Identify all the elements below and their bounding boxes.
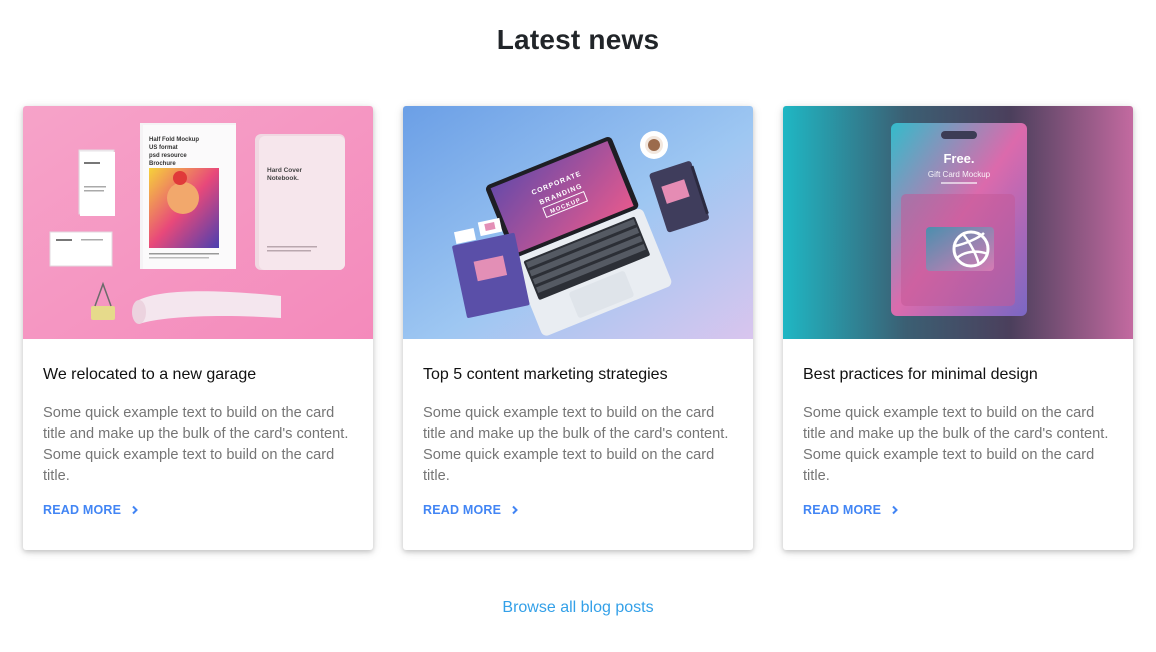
news-card: Free. Gift Card Mockup Best practices fo… — [783, 106, 1133, 550]
news-card: CORPORATE BRANDING MOCKUP Top 5 content … — [403, 106, 753, 550]
read-more-label: READ MORE — [43, 503, 122, 517]
news-cards: Half Fold Mockup US format psd resource … — [23, 106, 1133, 550]
card-title: We relocated to a new garage — [43, 366, 257, 383]
card-text: Some quick example text to build on the … — [803, 405, 1109, 484]
read-more-link[interactable]: READ MORE — [43, 503, 140, 517]
giftcard-title: Free. — [943, 151, 974, 166]
read-more-link[interactable]: READ MORE — [803, 503, 900, 517]
card-title: Top 5 content marketing strategies — [423, 366, 668, 383]
card-title: Best practices for minimal design — [803, 366, 1038, 383]
browse-all-posts-link[interactable]: Browse all blog posts — [0, 599, 1156, 617]
section-title: Latest news — [496, 24, 660, 55]
read-more-label: READ MORE — [423, 503, 502, 517]
card-text: Some quick example text to build on the … — [43, 405, 349, 484]
card-image-giftcard[interactable]: Free. Gift Card Mockup — [783, 106, 1133, 339]
brochure-line-4: Brochure — [149, 161, 176, 167]
brochure-line-1: Half Fold Mockup — [149, 137, 199, 143]
chevron-right-icon — [512, 505, 519, 515]
read-more-label: READ MORE — [803, 503, 882, 517]
notebook-line-2: Notebook. — [267, 175, 299, 182]
notebook-line-1: Hard Cover — [267, 167, 303, 174]
giftcard-subtitle: Gift Card Mockup — [928, 170, 991, 179]
brochure-line-3: psd resource — [149, 153, 187, 159]
card-image-stationery[interactable]: Half Fold Mockup US format psd resource … — [23, 106, 373, 339]
chevron-right-icon — [132, 505, 139, 515]
brochure-line-2: US format — [149, 145, 178, 151]
read-more-link[interactable]: READ MORE — [423, 503, 520, 517]
news-card: Half Fold Mockup US format psd resource … — [23, 106, 373, 550]
card-text: Some quick example text to build on the … — [423, 405, 729, 484]
chevron-right-icon — [892, 505, 899, 515]
card-image-laptop[interactable]: CORPORATE BRANDING MOCKUP — [403, 106, 753, 339]
